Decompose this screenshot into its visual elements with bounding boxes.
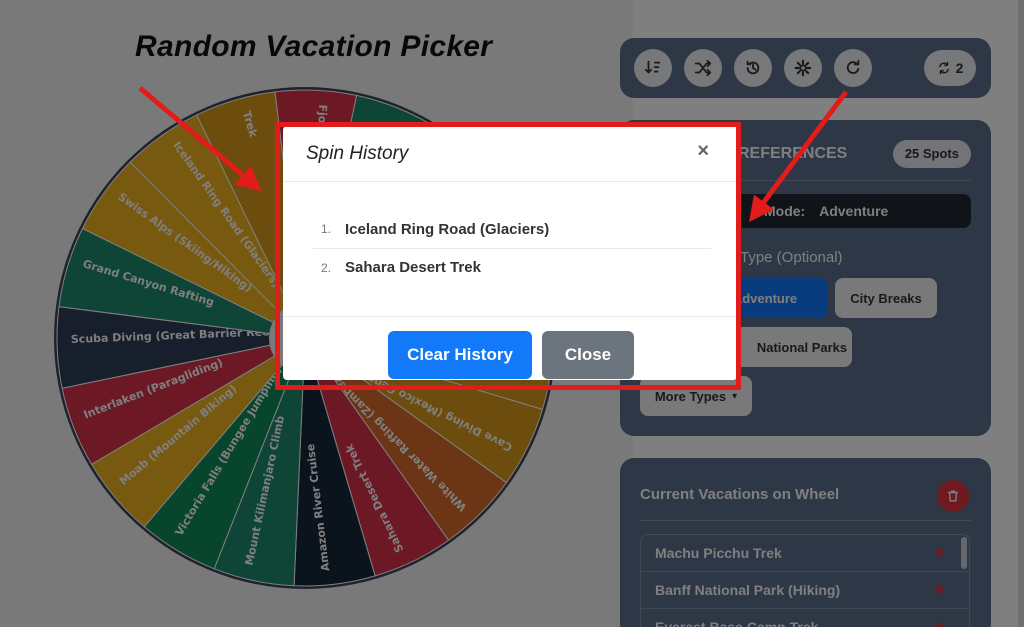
- annotation-highlight-box: [275, 122, 741, 390]
